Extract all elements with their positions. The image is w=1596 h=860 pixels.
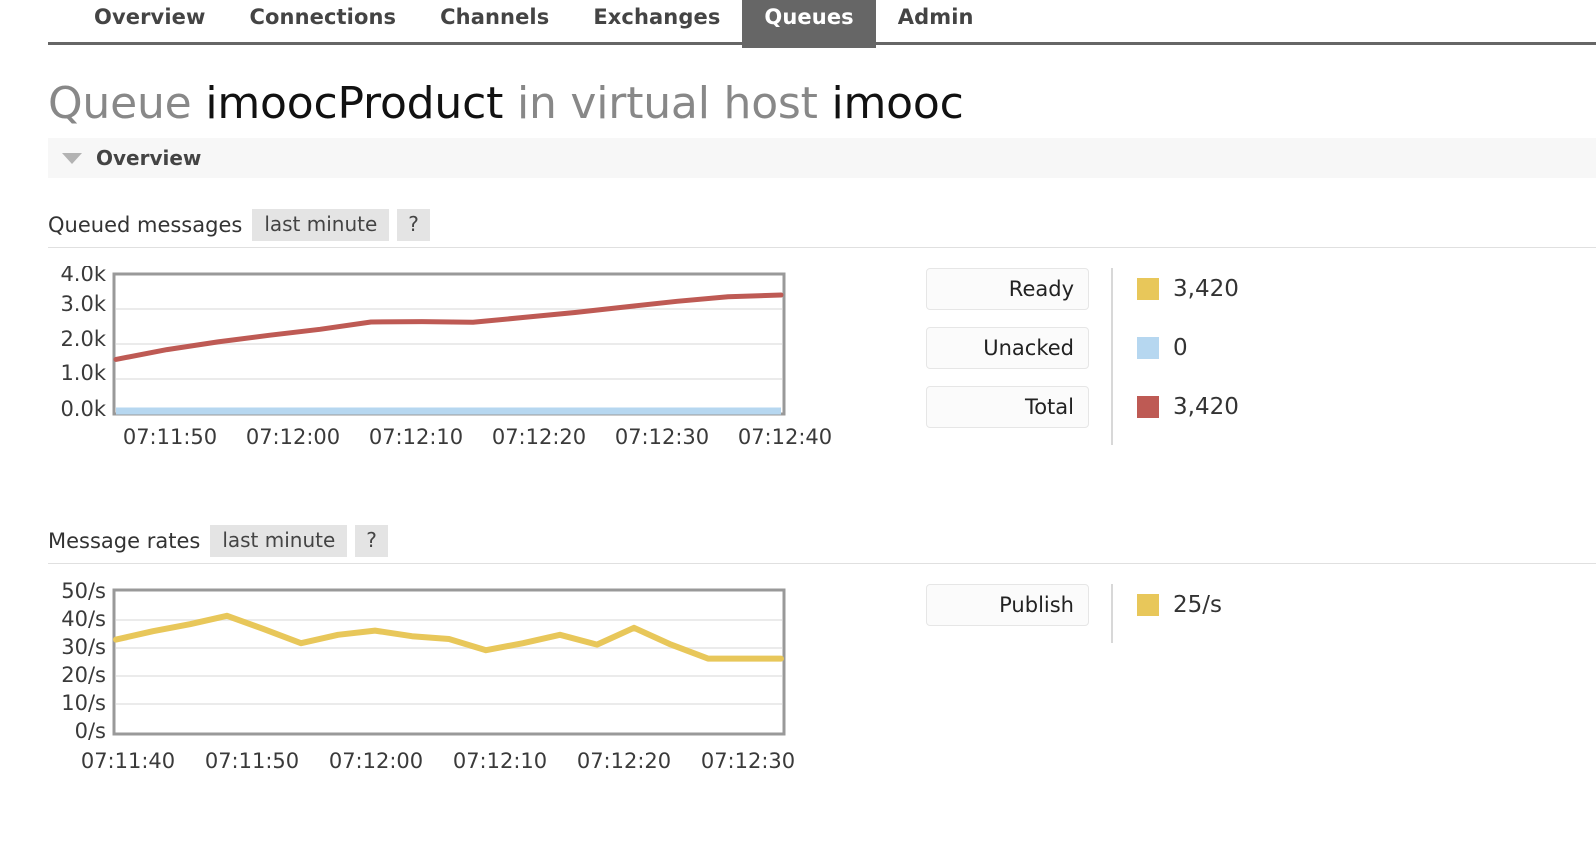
x-tick-4: 07:12:20 (577, 749, 671, 773)
swatch-total-icon (1137, 396, 1159, 418)
tab-overview[interactable]: Overview (72, 0, 227, 43)
y-tick-0: 0.0k (60, 397, 106, 421)
swatch-unacked-icon (1137, 337, 1159, 359)
legend-item-unacked[interactable]: Unacked (926, 327, 1089, 369)
page-title-middle: in virtual host (516, 78, 818, 129)
message-rates-divider (48, 563, 1596, 564)
legend-value-ready: 3,420 (1173, 276, 1239, 302)
page-title: Queue imoocProduct in virtual host imooc (48, 77, 1596, 131)
main-navigation: Overview Connections Channels Exchanges … (0, 0, 1596, 48)
message-rates-block: Message rates last minute ? 50/s 40/s 30… (48, 524, 1596, 782)
x-tick-1: 07:12:00 (246, 425, 340, 449)
y-tick-2: 20/s (61, 663, 106, 687)
y-tick-2: 2.0k (60, 327, 106, 351)
x-tick-0: 07:11:40 (81, 749, 175, 773)
legend-label-column: Publish (926, 584, 1089, 643)
queued-messages-legend: Ready Unacked Total 3,420 0 3,420 (926, 268, 1239, 445)
y-tick-1: 10/s (61, 691, 106, 715)
queued-messages-title: Queued messages (48, 212, 243, 237)
y-tick-3: 30/s (61, 635, 106, 659)
tab-channels[interactable]: Channels (418, 0, 571, 43)
message-rates-svg: 50/s 40/s 30/s 20/s 10/s 0/s 07:11:40 07… (61, 582, 795, 773)
x-tick-4: 07:12:30 (615, 425, 709, 449)
tab-connections[interactable]: Connections (227, 0, 418, 43)
nav-tab-list: Overview Connections Channels Exchanges … (0, 0, 1596, 48)
legend-item-publish[interactable]: Publish (926, 584, 1089, 626)
tab-exchanges[interactable]: Exchanges (571, 0, 742, 43)
queued-messages-help-button[interactable]: ? (397, 208, 430, 241)
overview-section-header[interactable]: Overview (48, 138, 1596, 178)
swatch-ready-icon (1137, 278, 1159, 300)
legend-value-unacked-row: 0 (1137, 327, 1239, 369)
queued-messages-divider (48, 247, 1596, 248)
legend-value-publish-row: 25/s (1137, 584, 1222, 626)
queued-messages-period-button[interactable]: last minute (252, 208, 390, 241)
message-rates-title: Message rates (48, 528, 201, 553)
x-tick-0: 07:11:50 (123, 425, 217, 449)
queued-messages-row: 4.0k 3.0k 2.0k 1.0k 0.0k 07:11:50 07:12:… (48, 266, 1596, 466)
y-tick-3: 3.0k (60, 292, 106, 316)
legend-value-column: 25/s (1111, 584, 1222, 643)
page-title-prefix: Queue (48, 78, 192, 129)
legend-value-total: 3,420 (1173, 394, 1239, 420)
page-title-queue-name: imoocProduct (205, 78, 504, 129)
message-rates-period-button[interactable]: last minute (210, 524, 348, 557)
legend-value-column: 3,420 0 3,420 (1111, 268, 1239, 445)
x-tick-2: 07:12:00 (329, 749, 423, 773)
plot-area-border (112, 588, 786, 736)
message-rates-row: 50/s 40/s 30/s 20/s 10/s 0/s 07:11:40 07… (48, 582, 1596, 782)
x-tick-3: 07:12:10 (453, 749, 547, 773)
message-rates-legend: Publish 25/s (926, 584, 1222, 643)
legend-label-column: Ready Unacked Total (926, 268, 1089, 445)
caret-down-icon[interactable] (62, 152, 82, 164)
swatch-publish-icon (1137, 594, 1159, 616)
x-tick-2: 07:12:10 (369, 425, 463, 449)
tab-admin[interactable]: Admin (876, 0, 996, 43)
tab-queues[interactable]: Queues (742, 0, 876, 48)
legend-value-total-row: 3,420 (1137, 386, 1239, 428)
y-tick-0: 0/s (75, 719, 106, 743)
x-tick-1: 07:11:50 (205, 749, 299, 773)
legend-value-unacked: 0 (1173, 335, 1188, 361)
queued-messages-heading: Queued messages last minute ? (48, 208, 1596, 241)
page-title-vhost: imooc (831, 78, 964, 129)
legend-item-ready[interactable]: Ready (926, 268, 1089, 310)
y-tick-4: 40/s (61, 607, 106, 631)
legend-value-publish: 25/s (1173, 592, 1222, 618)
queued-messages-svg: 4.0k 3.0k 2.0k 1.0k 0.0k 07:11:50 07:12:… (60, 266, 832, 449)
legend-value-ready-row: 3,420 (1137, 268, 1239, 310)
nav-underline (48, 42, 1596, 45)
legend-item-total[interactable]: Total (926, 386, 1089, 428)
y-tick-1: 1.0k (60, 361, 106, 385)
x-tick-5: 07:12:40 (738, 425, 832, 449)
x-tick-3: 07:12:20 (492, 425, 586, 449)
message-rates-heading: Message rates last minute ? (48, 524, 1596, 557)
x-tick-5: 07:12:30 (701, 749, 795, 773)
message-rates-chart: 50/s 40/s 30/s 20/s 10/s 0/s 07:11:40 07… (48, 582, 848, 782)
y-tick-4: 4.0k (60, 266, 106, 286)
queued-messages-block: Queued messages last minute ? 4.0k 3.0k … (48, 208, 1596, 466)
queued-messages-chart: 4.0k 3.0k 2.0k 1.0k 0.0k 07:11:50 07:12:… (48, 266, 848, 466)
y-tick-5: 50/s (61, 582, 106, 603)
overview-section-label: Overview (96, 146, 202, 170)
message-rates-help-button[interactable]: ? (355, 524, 388, 557)
